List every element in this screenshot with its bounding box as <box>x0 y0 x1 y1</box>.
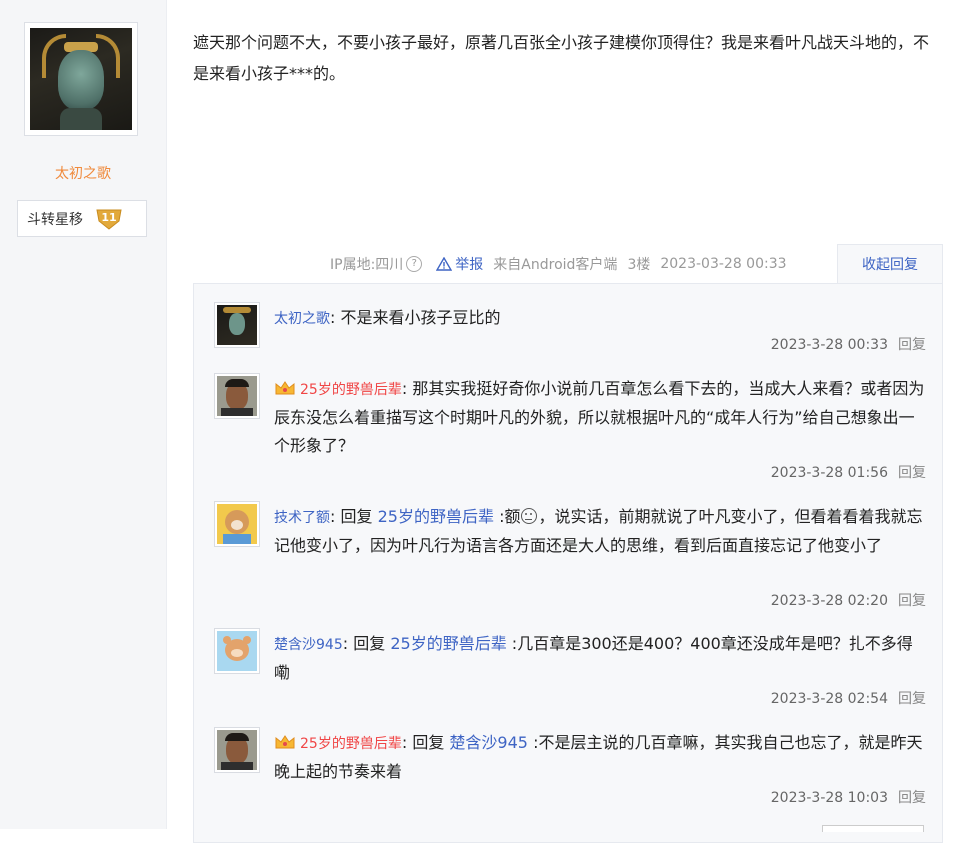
ip-location: IP属地:四川 ? <box>330 254 423 274</box>
reply-time: 2023-3-28 00:33 <box>770 337 888 353</box>
reply-avatar[interactable] <box>214 727 260 773</box>
reply-button[interactable]: 回复 <box>898 691 926 707</box>
warning-icon <box>436 257 453 271</box>
reply-panel: 太初之歌: 不是来看小孩子豆比的 2023-3-28 00:33 回复 25岁的野… <box>193 283 943 843</box>
reply-body: 25岁的野兽后辈: 回复 楚含沙945 :不是层主说的几百章嘛，其实我自己也忘了… <box>274 733 923 781</box>
reply-footer: 2023-3-28 01:56 回复 <box>771 462 926 482</box>
reply-username[interactable]: 楚含沙945 <box>274 637 343 653</box>
client-source: 来自Android客户端 <box>493 257 618 273</box>
level-number: 11 <box>101 210 117 224</box>
vip-crown-icon <box>275 735 295 749</box>
level-badge[interactable]: 斗转星移 11 <box>17 200 147 237</box>
vip-crown-icon <box>275 381 295 395</box>
post-timestamp: 2023-03-28 00:33 <box>660 256 787 272</box>
reply-button[interactable]: 回复 <box>898 465 926 481</box>
post-meta: IP属地:四川 ? 举报 来自Android客户端 3楼 2023-03-28 … <box>330 252 787 276</box>
reply-body: 25岁的野兽后辈: 那其实我挺好奇你小说前几百章怎么看下去的，当成大人来看？或者… <box>274 379 925 455</box>
reply-body: 太初之歌: 不是来看小孩子豆比的 <box>274 308 501 327</box>
avatar-image <box>30 28 132 130</box>
reply-footer: 2023-3-28 02:20 回复 <box>771 590 926 610</box>
reply-username[interactable]: 技术了额 <box>274 510 330 526</box>
reply-word: 回复 <box>353 634 386 653</box>
help-icon[interactable]: ? <box>406 256 423 272</box>
reply-time: 2023-3-28 02:54 <box>770 691 888 707</box>
ip-label: IP属地:四川 <box>330 257 404 273</box>
report-link[interactable]: 举报 <box>436 254 483 274</box>
reply-to-user[interactable]: 25岁的野兽后辈 <box>390 634 506 653</box>
reply-avatar[interactable] <box>214 501 260 547</box>
emoji-icon <box>521 508 538 524</box>
reply-button[interactable]: 回复 <box>898 593 926 609</box>
collapse-replies-button[interactable]: 收起回复 <box>837 244 943 284</box>
reply-button[interactable]: 回复 <box>898 337 926 353</box>
reply-username[interactable]: 太初之歌 <box>274 311 330 327</box>
author-avatar[interactable] <box>24 22 138 136</box>
reply-username[interactable]: 25岁的野兽后辈 <box>300 736 402 752</box>
reply-text: 不是来看小孩子豆比的 <box>340 308 501 327</box>
reply-footer: 2023-3-28 02:54 回复 <box>771 688 926 708</box>
reply-footer: 2023-3-28 00:33 回复 <box>771 334 926 354</box>
reply-text-pre: 额 <box>504 507 521 526</box>
reply-body: 技术了额: 回复 25岁的野兽后辈 :额 ，说实话，前期就说了叶凡变小了，但看着看… <box>274 507 923 555</box>
level-name: 斗转星移 <box>27 211 83 228</box>
author-sidebar: 太初之歌 斗转星移 11 <box>0 0 167 829</box>
reply-word: 回复 <box>412 733 445 752</box>
floor-number: 3楼 <box>627 257 651 273</box>
author-username[interactable]: 太初之歌 <box>0 163 166 183</box>
reply-username[interactable]: 25岁的野兽后辈 <box>300 382 402 398</box>
reply-avatar[interactable] <box>214 302 260 348</box>
level-shield-icon: 11 <box>95 207 123 231</box>
reply-time: 2023-3-28 10:03 <box>770 790 888 806</box>
post-content: 遮天那个问题不大，不要小孩子最好，原著几百张全小孩子建模你顶得住？我是来看叶凡战… <box>193 33 930 83</box>
reply-button[interactable]: 回复 <box>898 790 926 806</box>
reply-avatar[interactable] <box>214 373 260 419</box>
reply-word: 回复 <box>340 507 373 526</box>
reply-body: 楚含沙945: 回复 25岁的野兽后辈 :几百章是300还是400？400章还没… <box>274 634 913 682</box>
reply-to-user[interactable]: 楚含沙945 <box>449 733 528 752</box>
reply-footer: 2023-3-28 10:03 回复 <box>771 787 926 807</box>
reply-to-user[interactable]: 25岁的野兽后辈 <box>378 507 494 526</box>
report-label: 举报 <box>455 257 484 273</box>
reply-avatar[interactable] <box>214 628 260 674</box>
reply-time: 2023-3-28 02:20 <box>770 593 888 609</box>
reply-time: 2023-3-28 01:56 <box>770 465 888 481</box>
